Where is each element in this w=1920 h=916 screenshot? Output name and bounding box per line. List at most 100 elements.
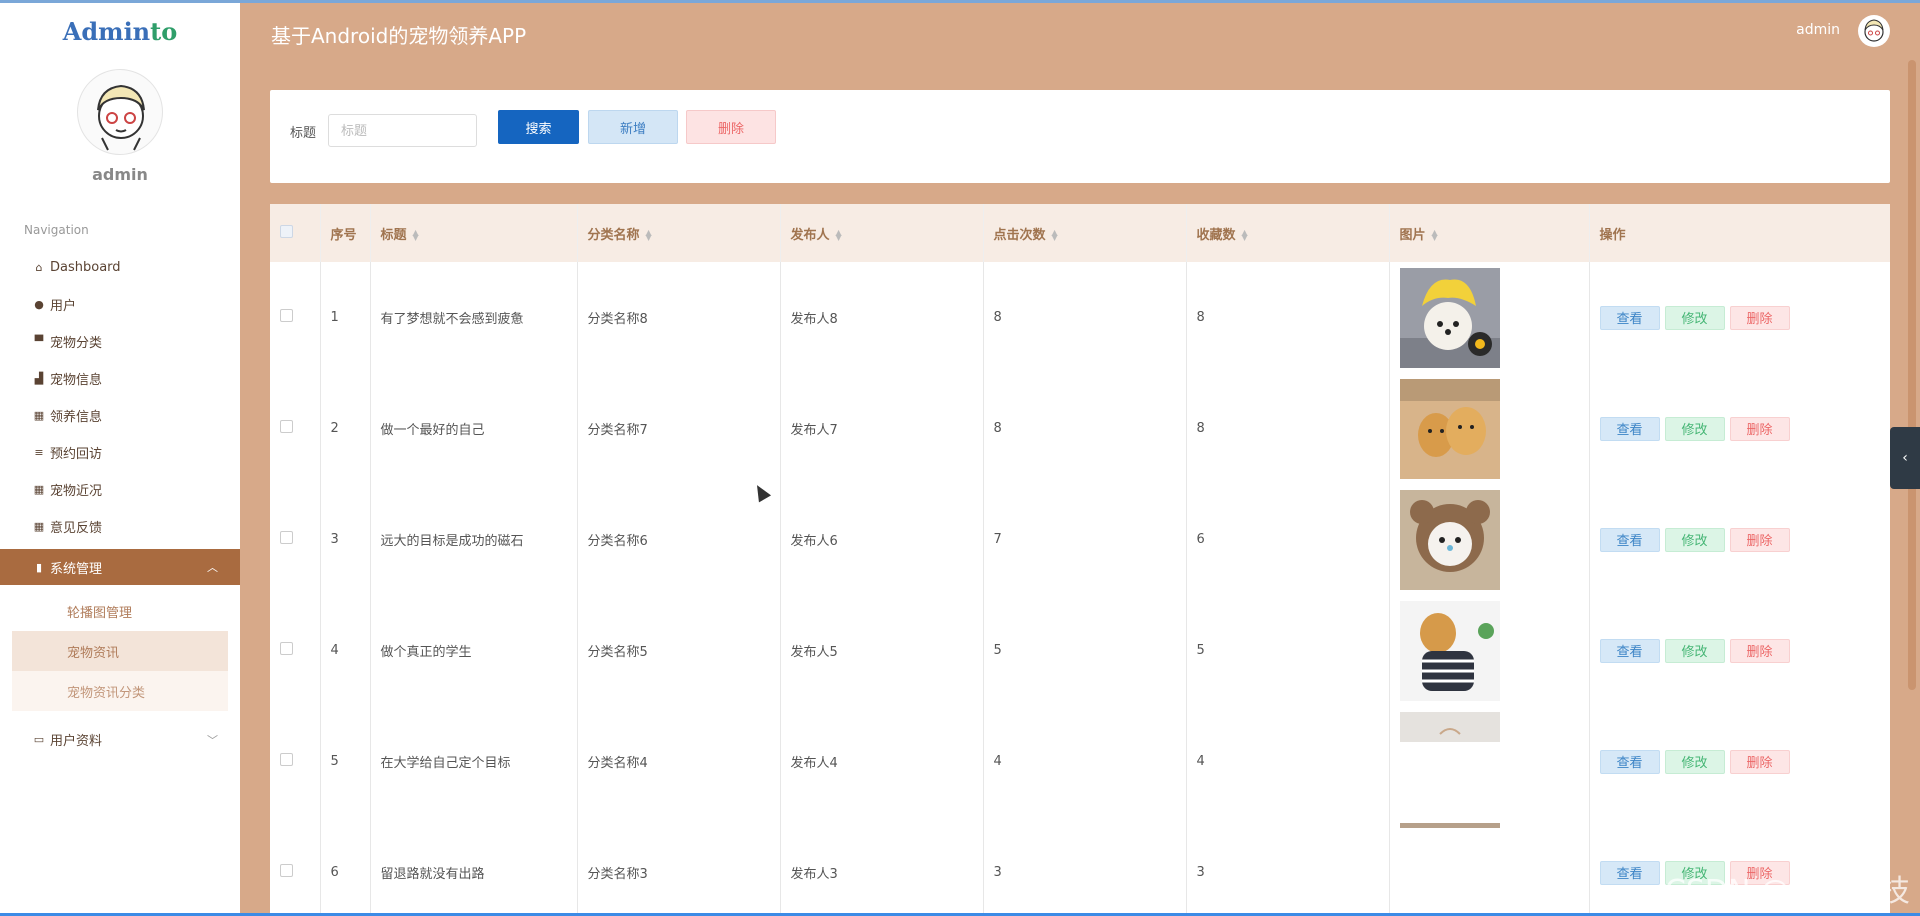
search-button[interactable]: 搜索 [498,110,579,144]
column-header-publisher[interactable]: 发布人 ▲ ▼ [780,204,984,262]
cell-favorites: 8 [1186,262,1390,373]
cell-clicks: 8 [983,373,1187,484]
submenu-system: 轮播图管理 宠物资讯 宠物资讯分类 [0,585,240,717]
top-accent-line [0,0,1920,3]
add-button[interactable]: 新增 [588,110,678,144]
page-title: 基于Android的宠物领养APP [271,24,527,48]
cell-index: 5 [320,706,371,817]
sort-icon[interactable]: ▲ ▼ [646,229,652,242]
search-title-input[interactable] [328,114,477,147]
sidebar-item-dashboard[interactable]: ⌂ Dashboard [0,249,240,286]
select-all-checkbox[interactable] [280,224,293,238]
sidebar-item-system-management[interactable]: ▮ 系统管理 ︿ [0,549,240,585]
sidebar-item-label: 用户 [50,299,77,314]
sidebar-item-pet-info[interactable]: ▟ 宠物信息 [0,360,240,397]
row-checkbox[interactable] [280,309,293,322]
view-button[interactable]: 查看 [1599,305,1660,330]
sort-icon[interactable]: ▲ ▼ [1052,229,1058,242]
view-button[interactable]: 查看 [1599,749,1660,774]
cell-clicks: 5 [983,595,1187,706]
page-scrollbar[interactable] [1908,60,1916,690]
row-checkbox[interactable] [280,642,293,655]
monitor-icon: ▀ [34,335,44,348]
cell-title: 有了梦想就不会感到疲惫 [370,262,578,373]
column-header-category[interactable]: 分类名称 ▲ ▼ [577,204,781,262]
view-button[interactable]: 查看 [1599,527,1660,552]
batch-delete-button[interactable]: 删除 [686,110,776,144]
sort-icon[interactable]: ▲ ▼ [413,229,419,242]
edit-button[interactable]: 修改 [1664,305,1725,330]
sidebar-item-pet-category[interactable]: ▀ 宠物分类 [0,323,240,360]
column-header-title[interactable]: 标题 ▲ ▼ [370,204,578,262]
pet-image[interactable] [1399,711,1500,812]
sort-icon[interactable]: ▲ ▼ [1432,229,1438,242]
column-header-favorites[interactable]: 收藏数 ▲ ▼ [1186,204,1390,262]
sidebar-item-label: 宠物近况 [50,484,103,499]
row-checkbox[interactable] [280,531,293,544]
cell-category: 分类名称7 [577,373,781,484]
edit-button[interactable]: 修改 [1664,638,1725,663]
collapse-right-panel-button[interactable]: ‹ [1890,427,1920,489]
cell-favorites: 8 [1186,373,1390,484]
pet-image[interactable] [1399,822,1500,916]
grid-icon: ▦ [33,520,45,533]
bar-chart-icon: ▟ [34,372,44,385]
header-avatar[interactable] [1858,15,1890,47]
submenu-item-carousel[interactable]: 轮播图管理 [12,591,228,631]
pet-image[interactable] [1399,600,1500,701]
sidebar-item-users[interactable]: ● 用户 [0,286,240,323]
view-button[interactable]: 查看 [1599,860,1660,885]
column-header-image[interactable]: 图片 ▲ ▼ [1389,204,1590,262]
watermark: CSDN @辉时科技 [1664,874,1910,909]
delete-button[interactable]: 删除 [1729,638,1790,663]
cell-favorites: 5 [1186,595,1390,706]
sidebar-item-user-profile[interactable]: ▭ 用户资料 ﹀ [0,721,240,758]
edit-button[interactable]: 修改 [1664,527,1725,552]
cell-publisher: 发布人7 [780,373,984,484]
cell-index: 6 [320,817,371,916]
sort-icon[interactable]: ▲ ▼ [836,229,842,242]
edit-button[interactable]: 修改 [1664,749,1725,774]
submenu-item-pet-news[interactable]: 宠物资讯 [12,631,228,671]
sidebar-item-label: 系统管理 [50,561,103,577]
pet-image[interactable] [1399,489,1500,590]
table-row: 4 做个真正的学生 分类名称5 发布人5 5 5 查看 修改 删除 [270,595,1890,706]
cell-clicks: 8 [983,262,1187,373]
cell-index: 3 [320,484,371,595]
sidebar-item-appointment-visit[interactable]: ≡ 预约回访 [0,434,240,471]
edit-button[interactable]: 修改 [1664,416,1725,441]
row-checkbox[interactable] [280,753,293,766]
search-panel: 标题 搜索 新增 删除 [270,90,1890,183]
user-icon: ● [34,298,44,311]
row-checkbox[interactable] [280,420,293,433]
table-header-row: 序号 标题 ▲ ▼ 分类名称 ▲ ▼ 发布人 ▲ ▼ 点击次数 ▲ ▼ 收藏数 ▲ ▼ 图片 ▲ ▼ 操… [270,204,1890,262]
delete-button[interactable]: 删除 [1729,527,1790,552]
pet-image[interactable] [1399,378,1500,479]
row-checkbox[interactable] [280,864,293,877]
delete-button[interactable]: 删除 [1729,305,1790,330]
table-row: 5 在大学给自己定个目标 分类名称4 发布人4 4 4 查看 修改 删除 [270,706,1890,817]
sidebar-item-label: 用户资料 [50,734,103,749]
sidebar-item-label: 意见反馈 [50,521,103,536]
view-button[interactable]: 查看 [1599,416,1660,441]
submenu-item-pet-news-category[interactable]: 宠物资讯分类 [12,671,228,711]
cell-publisher: 发布人3 [780,817,984,916]
pet-image[interactable] [1399,267,1500,368]
delete-button[interactable]: 删除 [1729,749,1790,774]
sort-icon[interactable]: ▲ ▼ [1242,229,1248,242]
sidebar-item-feedback[interactable]: ▦ 意见反馈 [0,508,240,545]
sidebar-username: admin [92,165,148,184]
sidebar-avatar [77,69,163,155]
search-title-label: 标题 [290,126,317,141]
delete-button[interactable]: 删除 [1729,416,1790,441]
app-logo[interactable]: Adminto [0,17,240,46]
sidebar-item-adoption-info[interactable]: ▦ 领养信息 [0,397,240,434]
table-row: 6 留退路就没有出路 分类名称3 发布人3 3 3 查看 修改 删除 [270,817,1890,916]
sidebar-item-pet-status[interactable]: ▦ 宠物近况 [0,471,240,508]
table-row: 3 远大的目标是成功的磁石 分类名称6 发布人6 7 6 查看 修改 删除 [270,484,1890,595]
sidebar-nav: ⌂ Dashboard ● 用户 ▀ 宠物分类 ▟ 宠物信息 ▦ 领养信息 ≡ 预约回访 ▦… [0,249,240,758]
header-username[interactable]: admin [1796,22,1840,38]
grid-icon: ▦ [33,483,45,496]
column-header-clicks[interactable]: 点击次数 ▲ ▼ [983,204,1187,262]
view-button[interactable]: 查看 [1599,638,1660,663]
